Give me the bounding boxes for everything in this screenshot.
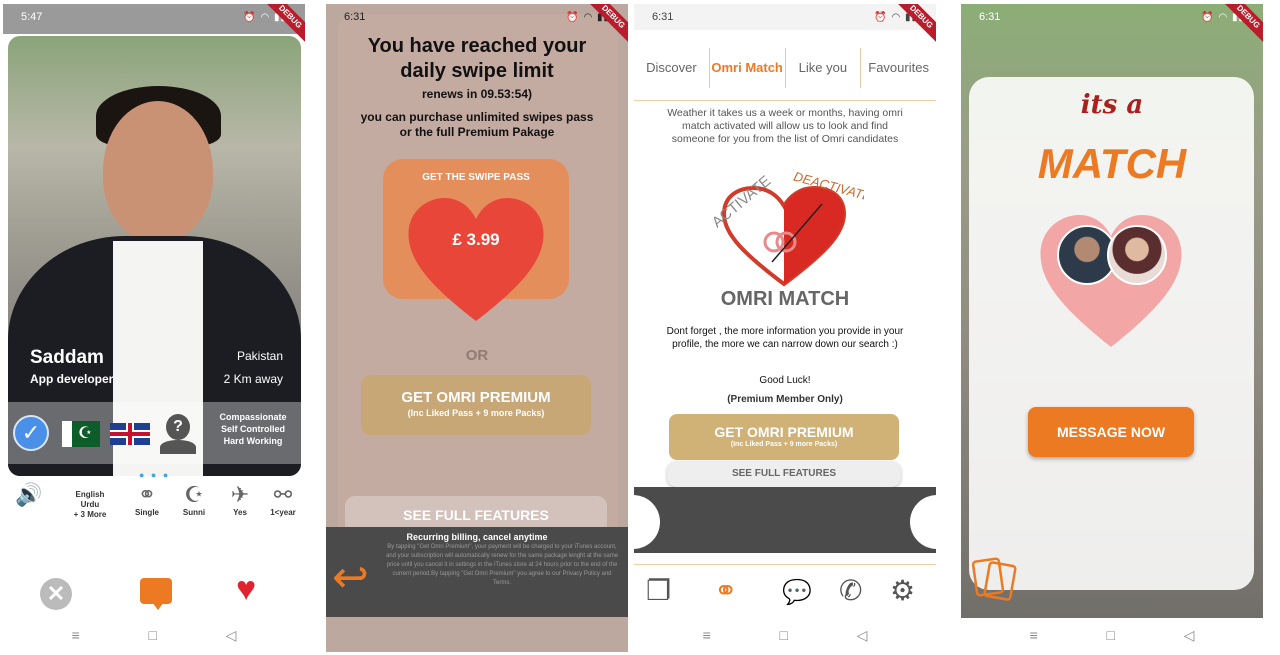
cards-icon[interactable] [971, 554, 1021, 604]
home-nav-icon[interactable]: □ [1106, 627, 1114, 643]
status-bar: 6:31 ⏰ ◠ ▮▮ [634, 4, 936, 30]
swipe-pass-label: GET THE SWIPE PASS [422, 172, 530, 183]
phone-nav-icon[interactable]: ✆ [839, 574, 862, 607]
binoculars-nav-icon[interactable]: ⚭ [714, 574, 737, 607]
see-features-button[interactable]: SEE FULL FEATURES [667, 461, 901, 487]
phone-its-a-match-screen: 6:31 ⏰ ◠ ▮▮ DEBUG its a MATCH MESSAGE NO… [961, 4, 1263, 652]
status-time: 6:31 [652, 11, 674, 23]
status-time: 6:31 [344, 11, 366, 23]
match-avatar-2[interactable] [1107, 225, 1167, 285]
get-premium-button[interactable]: GET OMRI PREMIUM (Inc Liked Pass + 9 mor… [361, 375, 591, 435]
omri-description: Weather it takes us a week or months, ha… [667, 107, 903, 145]
home-nav-icon[interactable]: □ [148, 627, 156, 643]
heart-icon [1040, 215, 1182, 347]
photo-page-dots[interactable]: ● ● ● [139, 470, 170, 480]
voice-icon: 🔊 [15, 482, 43, 507]
status-bar: 6:31 ⏰ ◠ ▮▮ [961, 4, 1263, 30]
settings-gear-icon[interactable]: ⚙ [890, 574, 915, 607]
status-time: 5:47 [21, 11, 43, 23]
activate-toggle-logo[interactable]: ACTIVATE DEACTIVATE [704, 164, 864, 294]
premium-button-sublabel: (Inc Liked Pass + 9 more Packs) [407, 408, 545, 418]
home-nav-icon[interactable]: □ [779, 627, 787, 643]
status-bar: 6:31 ⏰ ◠ ▮▮ [326, 4, 628, 30]
marital-label: Single [134, 508, 159, 517]
tab-like-you[interactable]: Like you [786, 48, 862, 88]
dislike-button[interactable]: ✕ [40, 578, 72, 610]
swipe-pass-price: £ 3.99 [452, 230, 500, 249]
heart-icon[interactable] [401, 189, 551, 339]
sect-label: Sunni [182, 508, 206, 517]
phone-swipe-limit-screen: 6:31 ⏰ ◠ ▮▮ DEBUG You have reached your … [326, 4, 628, 652]
recurring-billing-text: Recurring billing, cancel anytime [406, 532, 548, 542]
tab-divider [634, 100, 936, 101]
limit-title: You have reached your daily swipe limit [367, 35, 587, 82]
profile-country: Pakistan [236, 349, 283, 363]
cards-nav-icon[interactable]: ❐ [646, 574, 671, 607]
status-time: 6:31 [979, 11, 1001, 23]
sect-attr: ☪ Sunni [176, 482, 212, 517]
back-nav-icon[interactable]: ◁ [857, 627, 868, 644]
profile-job: App developer [30, 372, 114, 386]
rings-icon: ⚭ [137, 482, 157, 507]
uk-flag-icon [110, 423, 150, 445]
message-now-button[interactable]: MESSAGE NOW [1028, 407, 1194, 457]
renew-countdown: renews in 09.53:54) [421, 87, 533, 101]
attribute-row: 🔊 English Urdu + 3 More ⚭ Single ☪ Sunni… [9, 482, 305, 524]
terms-text: By tapping "Get Omri Premium", your paym… [385, 544, 619, 586]
plane-icon: ✈ [230, 482, 250, 507]
marriage-time-label: 1<year [270, 508, 296, 517]
premium-only-text: (Premium Member Only) [727, 394, 843, 405]
back-nav-icon[interactable]: ◁ [1184, 627, 1195, 644]
premium-button-sublabel: (Inc Liked Pass + 9 more Packs) [730, 441, 838, 448]
get-premium-button[interactable]: GET OMRI PREMIUM (Inc Liked Pass + 9 mor… [669, 414, 899, 460]
chat-nav-icon[interactable]: 💬 [782, 578, 812, 607]
verified-check-icon: ✓ [13, 415, 49, 451]
ring-icon: ⚯ [273, 482, 293, 507]
pakistan-flag-icon: ☪ [62, 421, 100, 447]
back-arrow-icon[interactable]: ↩ [332, 552, 369, 603]
profile-distance: 2 Km away [223, 372, 283, 386]
phone-profile-screen: 5:47 ⏰ ◠ ▮▮ DEBUG Saddam App developer P… [3, 4, 305, 652]
good-luck-text: Good Luck! [759, 375, 811, 386]
marital-attr: ⚭ Single [129, 482, 165, 517]
tab-omri-match[interactable]: Omri Match [710, 48, 786, 88]
premium-button-label: GET OMRI PREMIUM [714, 424, 854, 440]
relocate-label: Yes [233, 508, 247, 517]
top-tabs: Discover Omri Match Like you Favourites [634, 48, 936, 88]
profile-name: Saddam [30, 347, 104, 368]
languages-attr: English Urdu + 3 More [67, 490, 113, 520]
dark-footer-bar [634, 487, 936, 553]
crescent-icon: ☪ [184, 482, 204, 507]
photo-face [103, 101, 213, 241]
languages-label: English Urdu + 3 More [73, 490, 107, 519]
like-button[interactable]: ♥ [236, 570, 256, 609]
its-a-text: its a [1080, 90, 1144, 120]
marriage-time-attr: ⚯ 1<year [265, 482, 301, 517]
match-title: MATCH [1037, 140, 1187, 187]
android-nav-bar: ≡ □ ◁ [3, 618, 305, 652]
back-nav-icon[interactable]: ◁ [226, 627, 237, 644]
personality-traits: Compassionate Self Controlled Hard Worki… [219, 412, 287, 446]
phone-omri-match-screen: 6:31 ⏰ ◠ ▮▮ DEBUG Discover Omri Match Li… [634, 4, 936, 652]
android-nav-bar: ≡ □ ◁ [634, 618, 936, 652]
info-text: Dont forget , the more information you p… [666, 326, 904, 350]
voice-attr[interactable]: 🔊 [15, 482, 42, 508]
premium-button-label: GET OMRI PREMIUM [401, 389, 551, 406]
android-nav-bar: ≡ □ ◁ [961, 618, 1263, 652]
purchase-text: you can purchase unlimited swipes pass o… [360, 110, 594, 139]
menu-nav-icon[interactable]: ≡ [1030, 627, 1038, 643]
tab-discover[interactable]: Discover [634, 48, 710, 88]
unknown-person-icon: ? [160, 414, 196, 454]
menu-nav-icon[interactable]: ≡ [703, 627, 711, 643]
chat-button[interactable] [140, 578, 172, 610]
omri-match-title: OMRI MATCH [720, 288, 850, 310]
or-separator: OR [465, 347, 489, 364]
relocate-attr: ✈ Yes [222, 482, 258, 517]
status-bar: 5:47 ⏰ ◠ ▮▮ [3, 4, 305, 30]
tab-favourites[interactable]: Favourites [861, 48, 936, 88]
menu-nav-icon[interactable]: ≡ [72, 627, 80, 643]
